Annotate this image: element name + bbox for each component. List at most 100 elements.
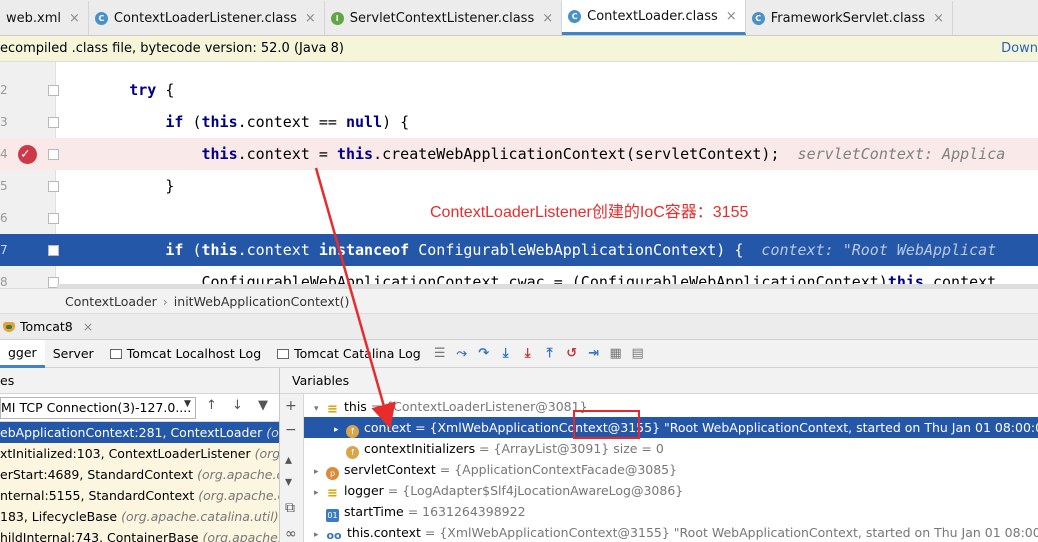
variables-header: Variables [280, 368, 1038, 394]
code-token: { [156, 81, 175, 99]
menu-icon[interactable]: ☰ [429, 343, 451, 365]
variables-toolbar: + − ▴ ▾ ⧉ ∞ [280, 394, 304, 542]
arrow-down-icon[interactable]: ↓ [232, 398, 243, 413]
code-token: .context = [237, 145, 337, 163]
code-line[interactable]: 2 try { [0, 74, 1038, 106]
download-sources-link[interactable]: Down [1001, 41, 1038, 56]
show-execution-point-icon[interactable]: ⤳ [451, 343, 473, 365]
evaluate-expression-icon[interactable]: ▦ [605, 343, 627, 365]
stack-frame[interactable]: nternal:5155, StandardContext (org.apach… [0, 485, 279, 506]
layout-icon[interactable]: ▤ [627, 343, 649, 365]
code-token: if [165, 113, 184, 131]
drop-frame-icon[interactable]: ↺ [561, 343, 583, 365]
code-editor[interactable]: 2 try {3 if (this.context == null) {4 th… [0, 62, 1038, 288]
stack-frame-name: hildInternal:743, ContainerBase [0, 530, 203, 542]
variables-panel: Variables ▾ ≡ this = {ContextLoaderListene… [280, 368, 1038, 542]
stack-frame-package: (org.apache.catal [202, 530, 280, 542]
step-into-icon[interactable]: ⤓ [495, 343, 517, 365]
copy-icon[interactable]: ⧉ [285, 500, 295, 516]
plus-icon[interactable]: + [285, 398, 297, 414]
editor-tab[interactable]: I ServletContextListener.class × [325, 1, 563, 35]
editor-tab[interactable]: C FrameworkServlet.class × [746, 1, 953, 35]
fold-marker-icon[interactable] [48, 213, 59, 224]
filter-icon[interactable]: ▼ [258, 398, 268, 413]
variable-row[interactable]: ▸ oo this.context = {XmlWebApplicationCont… [304, 522, 1038, 542]
code-token: ( [183, 113, 202, 131]
chevron-down-icon[interactable]: ▼ [184, 399, 191, 409]
tab-localhost-log-label: Tomcat Localhost Log [126, 346, 262, 361]
variable-row[interactable]: f contextInitializers = {ArrayList@3091} … [304, 438, 1038, 459]
stack-frame[interactable]: ebApplicationContext:281, ContextLoader … [0, 422, 279, 443]
editor-tab[interactable]: C ContextLoader.class × [562, 0, 746, 35]
code-line[interactable]: 3 if (this.context == null) { [0, 106, 1038, 138]
variable-row[interactable]: ▸ ≡ logger = {LogAdapter$Slf4jLocationAwar… [304, 480, 1038, 501]
expand-arrow-icon[interactable]: ▸ [314, 525, 326, 542]
force-step-into-icon[interactable]: ⤓ [517, 343, 539, 365]
variable-value: = {XmlWebApplicationContext@3155} "Root … [424, 525, 1038, 540]
step-over-icon[interactable]: ↷ [473, 343, 495, 365]
tab-tomcat-catalina-log[interactable]: Tomcat Catalina Log [269, 340, 429, 368]
stack-frame[interactable]: xtInitialized:103, ContextLoaderListener… [0, 443, 279, 464]
stack-frame-package: (org.apache.catal [198, 488, 279, 503]
variable-value: = {ContextLoaderListener@3081} [366, 399, 588, 414]
variable-name: logger [344, 483, 384, 498]
stack-frame-package: (org.apache.catal [197, 467, 279, 482]
editor-tab[interactable]: C ContextLoaderListener.class × [89, 1, 325, 35]
close-icon[interactable]: × [933, 11, 944, 26]
tab-debugger[interactable]: gger [0, 339, 45, 368]
close-icon[interactable]: × [305, 11, 316, 26]
variable-name: this [344, 399, 367, 414]
log-icon [277, 348, 290, 359]
stack-frame-package: (org.apache.catalina.util) [121, 509, 279, 524]
close-icon[interactable]: × [726, 9, 737, 24]
variable-value: = {XmlWebApplicationContext@3155} "Root … [411, 420, 1038, 435]
close-icon[interactable]: × [542, 11, 553, 26]
stack-frame[interactable]: hildInternal:743, ContainerBase (org.apa… [0, 527, 279, 542]
arrow-up-icon[interactable]: ▴ [285, 452, 292, 468]
editor-tab-label: ServletContextListener.class [349, 10, 535, 26]
line-number: 6 [0, 211, 8, 225]
minus-icon[interactable]: − [285, 422, 297, 438]
step-out-icon[interactable]: ⤒ [539, 343, 561, 365]
watch-icon[interactable]: ∞ [285, 526, 297, 542]
variable-row[interactable]: ▸ p servletContext = {ApplicationContextFa… [304, 459, 1038, 480]
highlight-box [573, 410, 640, 439]
stack-frame-name: nternal:5155, StandardContext [0, 488, 199, 503]
close-icon[interactable]: × [69, 11, 80, 26]
arrow-up-icon[interactable]: ↑ [206, 398, 217, 413]
arrow-down-icon[interactable]: ▾ [285, 474, 292, 490]
code-line[interactable]: 7 if (this.context instanceof Configurab… [0, 234, 1038, 266]
debug-session-tab[interactable]: Tomcat8 × [0, 314, 1038, 340]
log-icon [109, 348, 122, 359]
variable-row[interactable]: 01 startTime = 1631264398922 [304, 501, 1038, 522]
stack-frame-name: 183, LifecycleBase [0, 509, 122, 524]
code-token: .context [237, 241, 319, 259]
thread-selector[interactable]: MI TCP Connection(3)-127.0.... [0, 396, 196, 419]
variable-row[interactable]: ▾ ≡ this = {ContextLoaderListener@3081} [304, 396, 1038, 417]
field-type-icon: f [346, 425, 359, 438]
breadcrumb-class[interactable]: ContextLoader [65, 294, 157, 309]
run-to-cursor-icon[interactable]: ⇥ [583, 343, 605, 365]
stack-frame-name: erStart:4689, StandardContext [0, 467, 198, 482]
tab-tomcat-localhost-log[interactable]: Tomcat Localhost Log [102, 340, 269, 368]
stack-frame[interactable]: erStart:4689, StandardContext (org.apach… [0, 464, 279, 485]
code-token: .context == [237, 113, 346, 131]
code-token: this [201, 145, 238, 163]
breadcrumb: ContextLoader › initWebApplicationContex… [0, 288, 1038, 314]
variable-row[interactable]: ▸ f context = {XmlWebApplicationContext@31… [304, 417, 1038, 438]
breadcrumb-method[interactable]: initWebApplicationContext() [174, 294, 350, 309]
debugger-toolbar: gger Server Tomcat Localhost Log Tomcat … [0, 339, 1038, 368]
breakpoint-icon[interactable] [18, 138, 37, 170]
code-token: null [346, 113, 383, 131]
stack-frame[interactable]: 183, LifecycleBase (org.apache.catalina.… [0, 506, 279, 527]
code-line[interactable]: 4 this.context = this.createWebApplicati… [0, 138, 1038, 170]
tab-server[interactable]: Server [45, 340, 102, 368]
editor-tab[interactable]: web.xml × [0, 1, 89, 35]
field-type-icon: p [326, 467, 339, 480]
close-icon[interactable]: × [83, 319, 93, 334]
editor-tab-label: web.xml [6, 10, 61, 26]
class-icon: C [751, 11, 765, 25]
